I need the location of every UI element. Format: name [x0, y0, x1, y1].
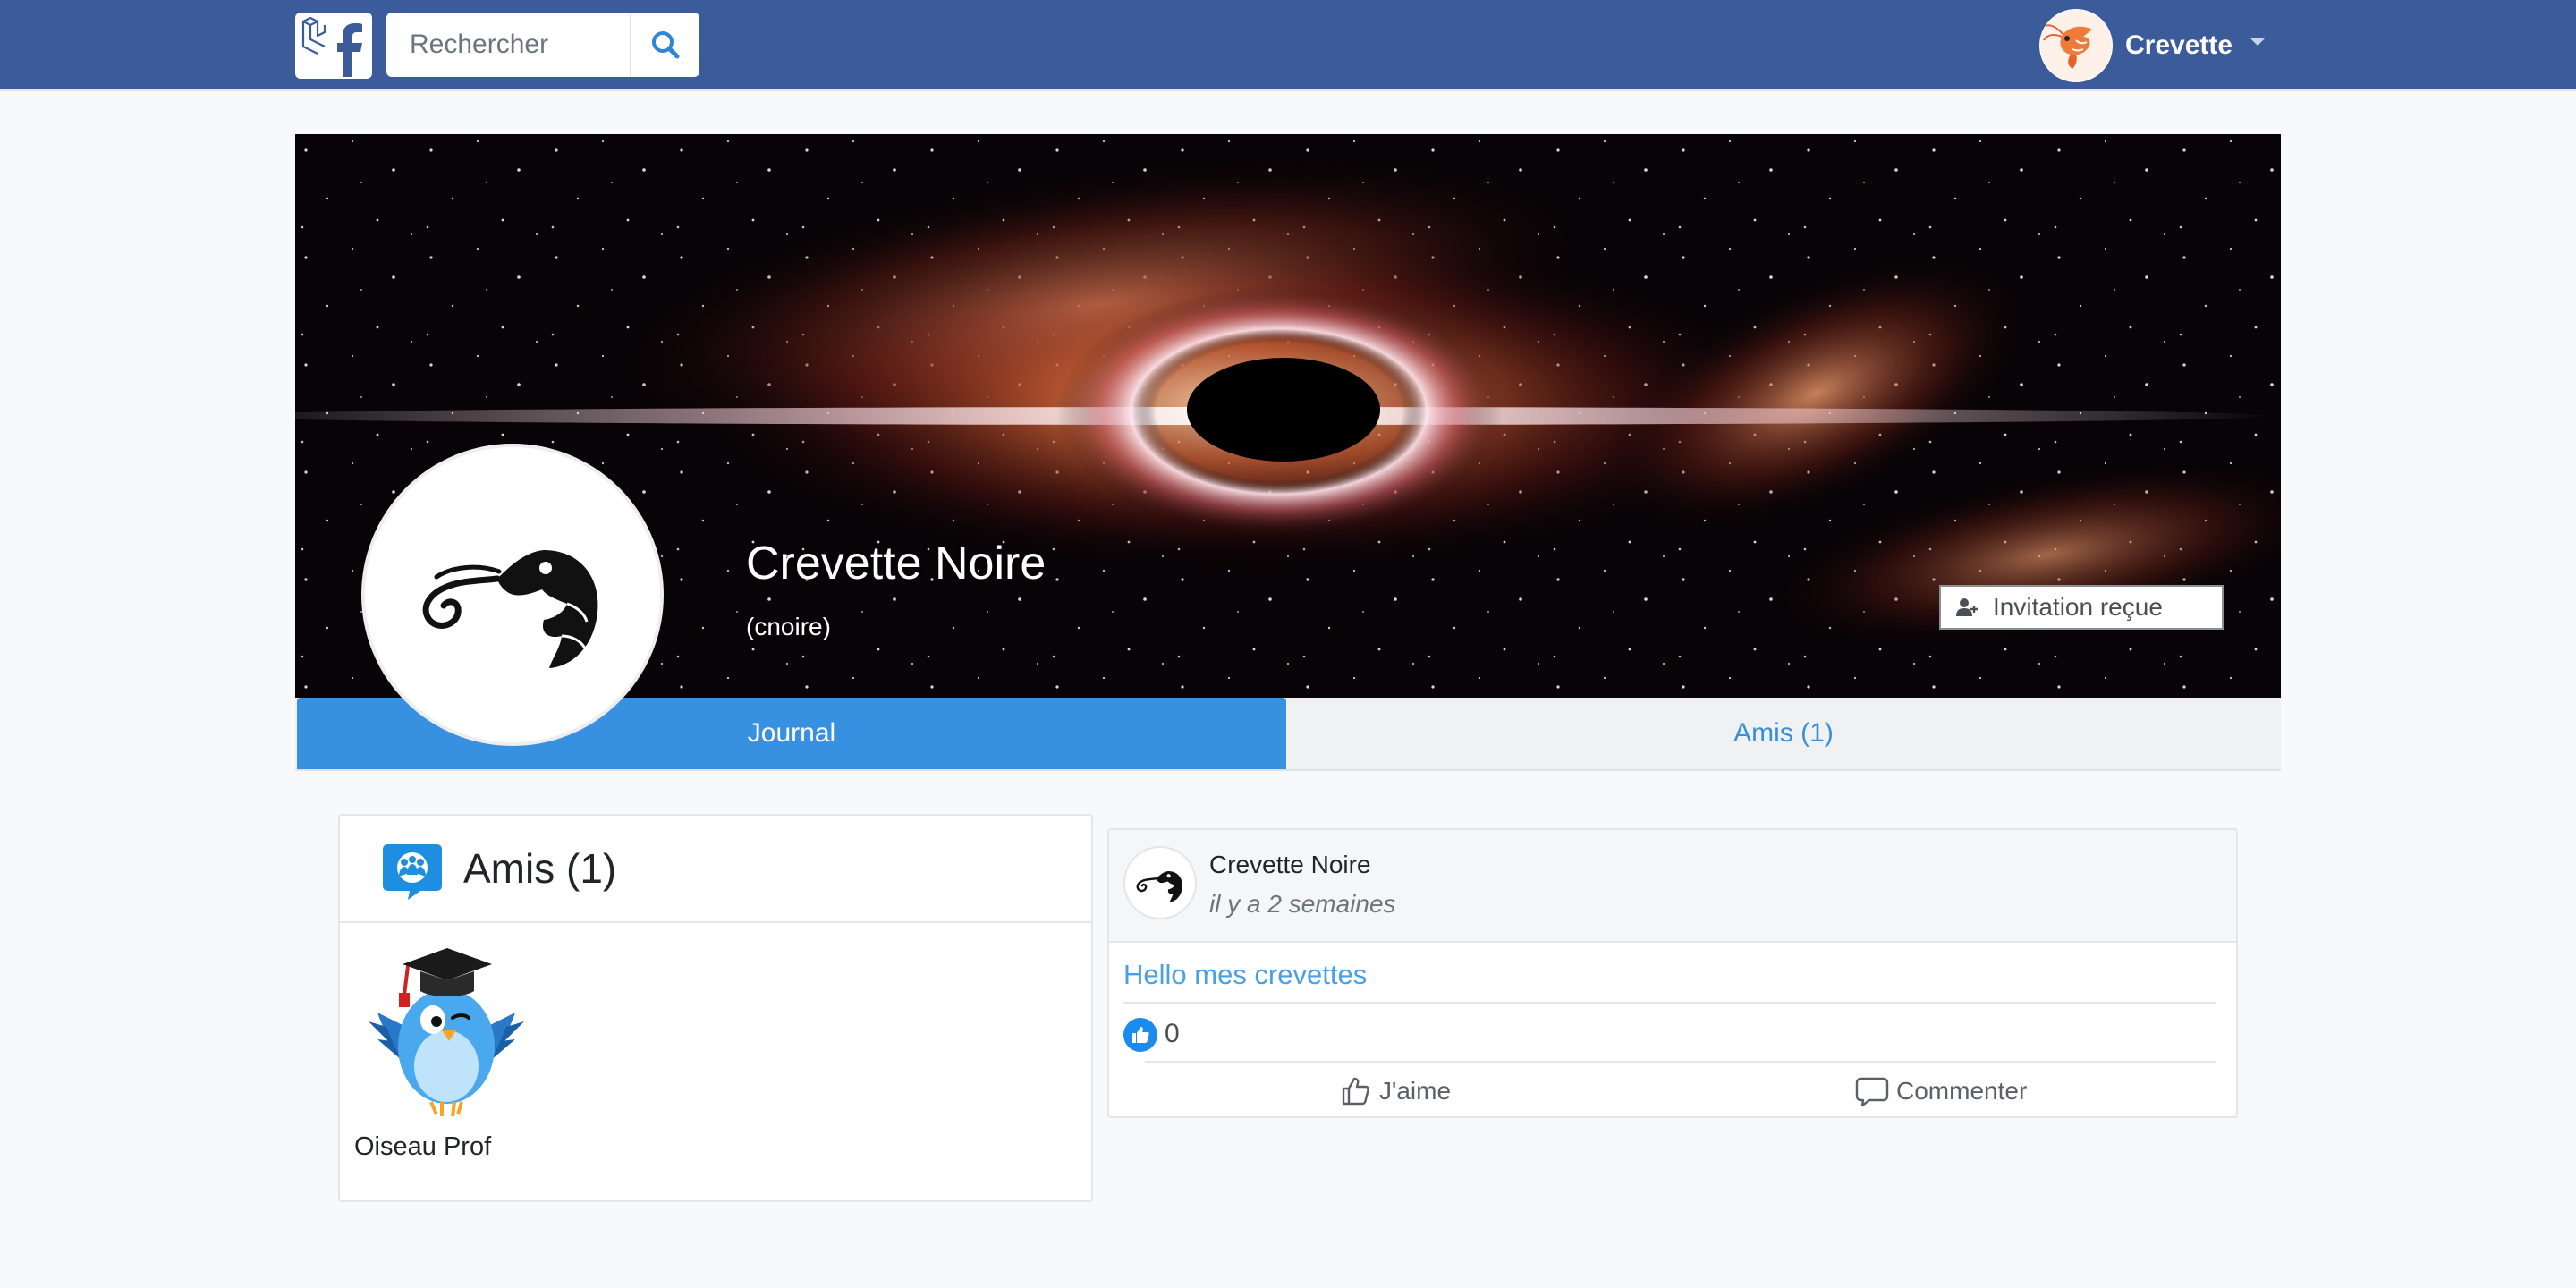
profile-name: Crevette Noire — [746, 538, 1046, 589]
top-navbar: Crevette — [0, 0, 2576, 91]
like-button[interactable]: J'aime — [1340, 1072, 1451, 1111]
search-button[interactable] — [630, 13, 699, 77]
post-author-avatar[interactable] — [1123, 846, 1197, 919]
post-header: Crevette Noire il y a 2 semaines — [1109, 830, 2236, 943]
like-button-label: J'aime — [1379, 1077, 1452, 1105]
friends-title: Amis (1) — [463, 845, 617, 892]
thumbs-up-icon — [1340, 1075, 1372, 1107]
post-divider — [1123, 1002, 2216, 1004]
friends-card: Amis (1) Oiseau Prof — [338, 814, 1093, 1202]
search-input[interactable] — [386, 13, 630, 77]
app-logo-icon[interactable] — [295, 13, 372, 79]
invitation-received-button[interactable]: Invitation reçue — [1939, 585, 2224, 630]
profile-picture[interactable] — [361, 444, 664, 746]
post-card: Crevette Noire il y a 2 semaines Hello m… — [1107, 828, 2238, 1118]
nav-user-name[interactable]: Crevette — [2125, 27, 2233, 64]
search-icon — [652, 31, 680, 59]
post-content: Hello mes crevettes — [1123, 959, 1368, 990]
friend-avatar-bird-icon — [369, 948, 524, 1117]
nav-user-avatar[interactable] — [2039, 9, 2113, 82]
friends-card-header: Amis (1) — [340, 816, 1091, 923]
tab-friends[interactable]: Amis (1) — [1286, 698, 2281, 769]
black-shrimp-avatar-icon — [1136, 870, 1182, 902]
comment-button[interactable]: Commenter — [1855, 1072, 2027, 1111]
invitation-received-label: Invitation reçue — [1993, 593, 2163, 621]
black-shrimp-avatar-icon — [422, 550, 598, 668]
friends-chat-icon — [383, 844, 442, 900]
post-author-name[interactable]: Crevette Noire — [1209, 848, 1371, 882]
friend-item[interactable]: Oiseau Prof — [354, 941, 533, 1165]
post-timestamp: il y a 2 semaines — [1209, 890, 1396, 918]
friend-name[interactable]: Oiseau Prof — [354, 1129, 491, 1165]
like-count: 0 — [1165, 1019, 1180, 1048]
profile-username: (cnoire) — [746, 613, 831, 640]
comment-icon — [1855, 1075, 1889, 1107]
post-divider — [1145, 1061, 2216, 1063]
caret-down-icon[interactable] — [2249, 36, 2267, 48]
like-badge-icon — [1123, 1018, 1157, 1052]
user-plus-icon — [1955, 597, 1979, 618]
comment-button-label: Commenter — [1896, 1077, 2028, 1105]
